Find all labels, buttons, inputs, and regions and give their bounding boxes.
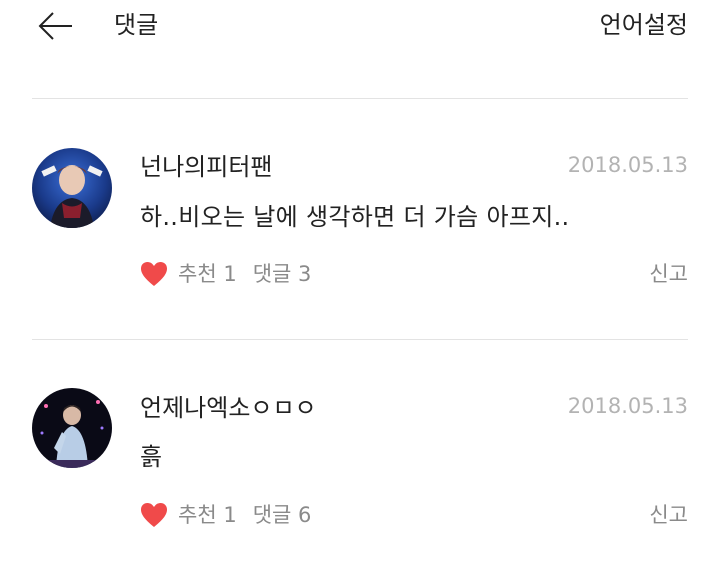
reply-count[interactable]: 댓글 3 (253, 257, 312, 291)
like-count[interactable]: 추천 1 (178, 257, 237, 291)
report-button[interactable]: 신고 (649, 498, 688, 532)
report-button[interactable]: 신고 (649, 257, 688, 291)
comment-date: 2018.05.13 (567, 153, 688, 177)
avatar-image (32, 388, 112, 468)
comment-text: 하..비오는 날에 생각하면 더 가슴 아프지.. (140, 203, 570, 231)
comment-actions: 추천 1 댓글 6 (140, 498, 311, 532)
comment-item: 언제나엑소ㅇㅁㅇ 2018.05.13 흙 추천 1 댓글 6 신고 (0, 340, 720, 580)
arrow-left-icon (38, 12, 72, 40)
heart-icon[interactable] (140, 502, 168, 528)
comment-item: 넌나의피터팬 2018.05.13 하..비오는 날에 생각하면 더 가슴 아프… (0, 99, 720, 339)
page-title: 댓글 (114, 11, 159, 39)
like-count[interactable]: 추천 1 (178, 498, 237, 532)
comment-text: 흙 (140, 443, 163, 471)
avatar[interactable] (32, 388, 112, 468)
comment-date: 2018.05.13 (567, 394, 688, 418)
back-button[interactable] (36, 8, 76, 44)
comment-author[interactable]: 언제나엑소ㅇㅁㅇ (140, 391, 317, 425)
language-settings-button[interactable]: 언어설정 (600, 8, 688, 42)
avatar-image (32, 148, 112, 228)
app-header: 댓글 언어설정 (0, 0, 720, 98)
reply-count[interactable]: 댓글 6 (253, 498, 312, 532)
comment-actions: 추천 1 댓글 3 (140, 257, 311, 291)
heart-icon[interactable] (140, 261, 168, 287)
avatar[interactable] (32, 148, 112, 228)
comment-author[interactable]: 넌나의피터팬 (140, 150, 272, 184)
